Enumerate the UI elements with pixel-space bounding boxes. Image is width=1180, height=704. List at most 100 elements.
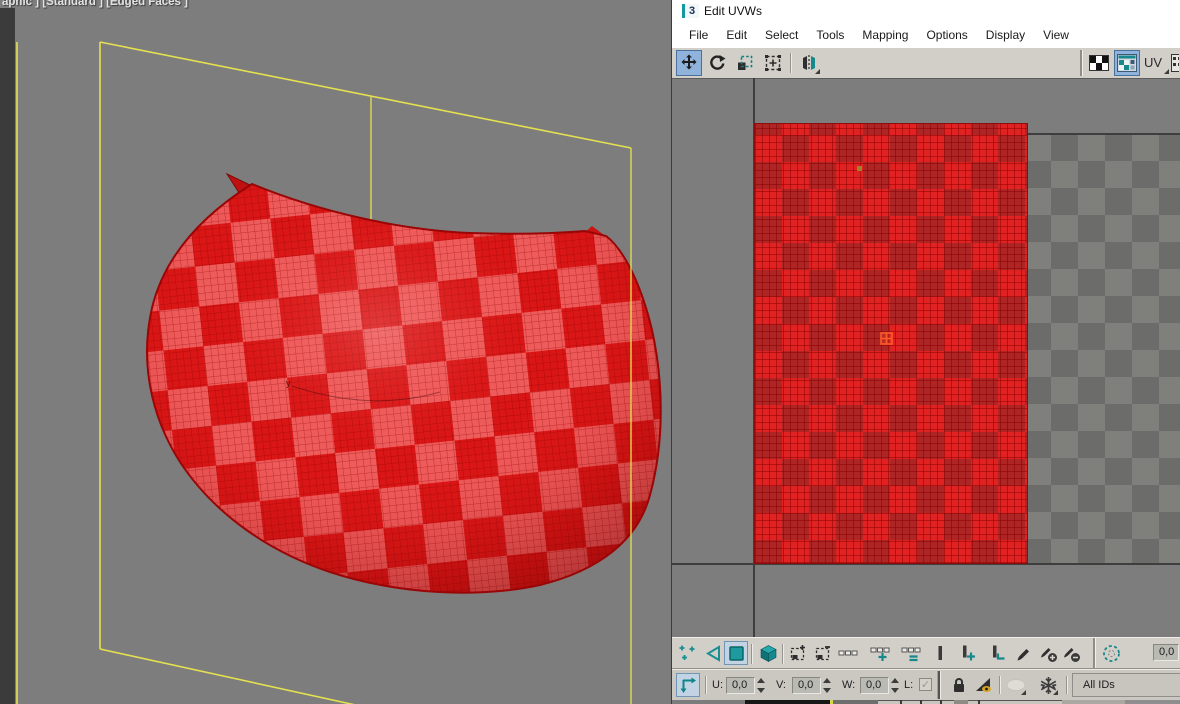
menu-display[interactable]: Display [977,25,1034,45]
status-separator [999,676,1000,694]
material-id-dropdown[interactable]: All IDs [1072,673,1180,697]
show-map-button[interactable] [1114,50,1140,76]
paint-select-subtract-button[interactable] [1059,641,1083,665]
uv-space-selector[interactable]: UV [1144,55,1162,70]
background-strip-mid [1062,700,1125,704]
show-map-icon [1117,54,1137,72]
typein-axes-icon [680,677,696,693]
freeze-selected-button[interactable] [1036,673,1060,697]
canvas-top-edge [672,78,1180,79]
menu-view[interactable]: View [1034,25,1078,45]
menu-mapping[interactable]: Mapping [853,25,917,45]
edge-mode-button[interactable] [701,641,725,665]
absolute-typein-button[interactable] [676,673,700,697]
flyout-arrow-icon [1053,690,1058,695]
main-toolbar: UV [672,48,1180,80]
w-value-field[interactable]: 0,0 [860,677,889,694]
hide-selected-button[interactable] [1004,673,1028,697]
element-mode-button[interactable] [756,641,780,665]
clipped-toolbar-button[interactable] [1170,50,1180,76]
vertex-icon [679,645,695,660]
background-strip-gray [833,700,878,704]
menu-edit[interactable]: Edit [717,25,756,45]
lock-aspect-label: L: [904,679,914,691]
menu-select[interactable]: Select [756,25,807,45]
vertex-mode-button[interactable] [675,641,699,665]
background-strip [672,700,1180,704]
filter-faces-icon [975,678,991,692]
paint-brush-icon [1017,649,1029,661]
menu-file[interactable]: File [680,25,717,45]
checker-pattern-button[interactable] [1086,50,1112,76]
tick [978,700,980,704]
window-titlebar[interactable]: 3 Edit UVWs [672,0,1180,22]
grow-ring-button[interactable] [955,641,979,665]
max-logo-icon: 3 [682,4,699,18]
material-id-value: All IDs [1083,679,1115,691]
mirror-tool-button[interactable] [796,50,822,76]
element-cube-icon [759,644,777,662]
toolbar-groove [1080,50,1082,76]
mesh-object [146,182,662,594]
rotate-tool-button[interactable] [704,50,730,76]
grow-loop-button[interactable] [868,641,892,665]
uv-canvas[interactable] [672,78,1180,637]
checker-pattern-icon [1089,55,1109,71]
u-value-field[interactable]: 0,0 [726,677,755,694]
selection-center-marker-icon[interactable] [880,332,894,346]
edge-icon [706,645,720,662]
move-icon [681,54,697,70]
subbar-separator [751,644,752,664]
polygon-icon [728,645,744,661]
filter-selected-faces-button[interactable] [971,673,995,697]
soft-selection-icon [1102,644,1120,662]
shrink-ring-button[interactable] [985,641,1009,665]
u-spinner[interactable] [756,677,766,694]
window-title: Edit UVWs [704,4,763,18]
menu-options[interactable]: Options [917,25,976,45]
grow-selection-icon [790,645,805,661]
move-tool-button[interactable] [676,50,702,76]
background-strip-end [1125,700,1180,704]
uvw-statusbar: U: 0,0 V: 0,0 W: 0,0 L: ✓ All IDs [672,668,1180,701]
paint-select-button[interactable] [1012,641,1036,665]
v-value-field[interactable]: 0,0 [792,677,821,694]
menu-tools[interactable]: Tools [807,25,853,45]
freeform-mode-button[interactable] [760,50,786,76]
select-loop-button[interactable] [836,641,860,665]
lock-selection-button[interactable] [947,673,971,697]
v-label: V: [776,679,786,691]
shrink-selection-icon [815,646,830,661]
subbar-separator [782,644,783,664]
polygon-mode-button[interactable] [724,641,748,665]
falloff-value-field[interactable]: 0,0 [1153,644,1179,661]
padlock-icon [954,678,964,692]
v-spinner[interactable] [822,677,832,694]
scale-tool-button[interactable] [732,50,758,76]
select-ring-button[interactable] [928,641,952,665]
grow-loop-icon [870,647,890,661]
lock-aspect-checkbox[interactable]: ✓ [919,678,932,691]
shrink-selection-button[interactable] [811,641,835,665]
paint-brush-subtract-icon [1063,647,1080,662]
shrink-loop-button[interactable] [899,641,923,665]
rotate-icon [710,55,726,70]
toolbar-separator [790,53,791,73]
w-spinner[interactable] [890,677,900,694]
paint-select-add-button[interactable] [1036,641,1060,665]
status-thick-separator [938,671,940,699]
shrink-ring-icon [993,645,1005,660]
grow-ring-icon [963,645,975,661]
background-strip-light [878,700,1062,704]
tick [900,700,902,704]
subobject-toolbar: 0,0 [672,637,1180,669]
viewport-label[interactable]: aphic ] [Standard ] [Edged Faces ] [2,0,188,8]
viewport-scene: y [16,41,662,704]
freeform-icon [765,55,781,71]
axis-hint-y: y [286,378,291,388]
soft-selection-button[interactable] [1099,641,1123,665]
viewport-3d[interactable]: y aphic ] [Standard ] [Edged Faces ] [0,0,672,704]
grow-selection-button[interactable] [786,641,810,665]
flyout-arrow-icon [815,69,820,74]
flyout-arrow-icon [1021,690,1026,695]
